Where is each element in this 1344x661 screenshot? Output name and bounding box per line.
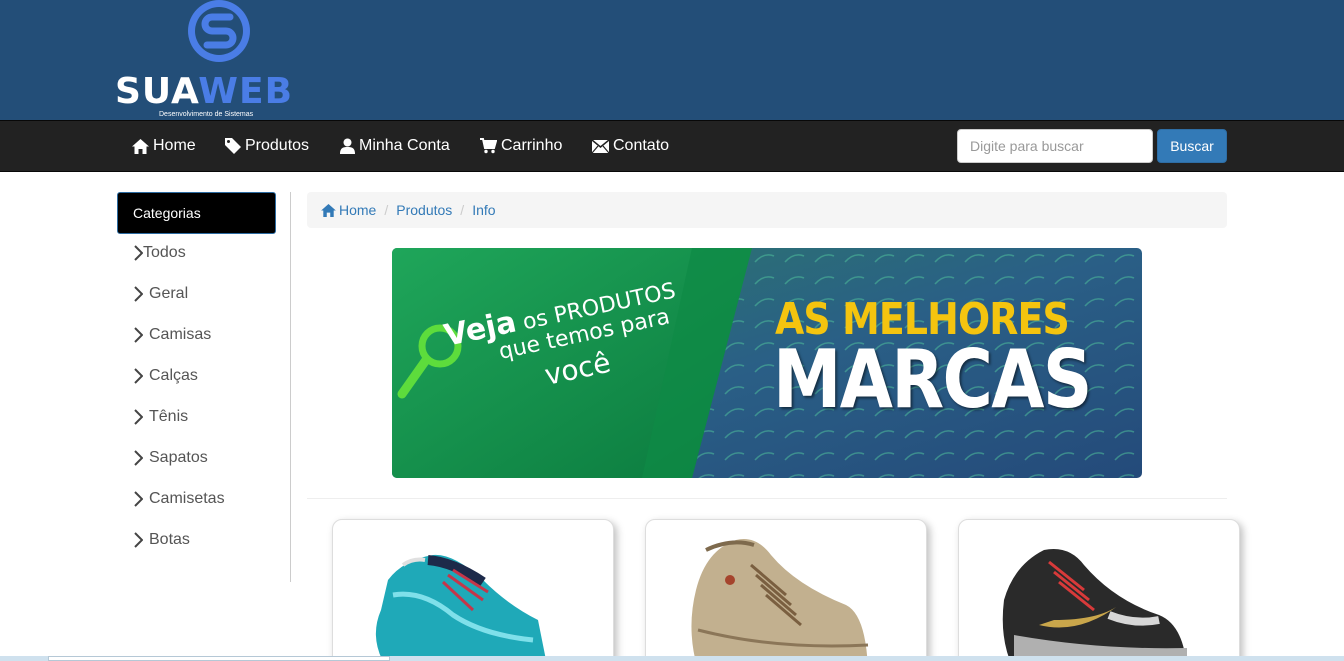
search-button[interactable]: Buscar [1157,129,1227,163]
home-icon [321,203,336,217]
categories-header: Categorias [117,192,276,234]
content-divider [307,498,1227,499]
category-item-sapatos[interactable]: Sapatos [134,446,208,470]
breadcrumb-info[interactable]: Info [472,202,495,218]
nav-minha-conta[interactable]: Minha Conta [340,121,450,171]
cart-icon [480,138,497,154]
home-icon [132,138,149,154]
chevron-right-icon [134,532,143,548]
category-item-tenis[interactable]: Tênis [134,405,188,429]
logo-text-part2: WEB [198,71,294,112]
logo-wordmark: SUAWEB [115,72,293,112]
nav-carrinho[interactable]: Carrinho [480,121,562,171]
nav-produtos[interactable]: Produtos [225,121,309,171]
scrollbar-thumb[interactable] [48,656,390,661]
chevron-right-icon [134,491,143,507]
category-label: Botas [149,531,190,548]
chevron-right-icon [134,286,143,302]
breadcrumb-separator: / [460,202,465,218]
logo[interactable]: SUAWEB Desenvolvimento de Sistemas [115,0,325,120]
nav-carrinho-label: Carrinho [501,137,563,154]
nav-home[interactable]: Home [132,121,196,171]
user-icon [340,138,355,154]
search-input[interactable] [957,129,1153,163]
category-label: Calças [149,367,198,384]
breadcrumb-home[interactable]: Home [321,202,376,218]
category-label: Sapatos [149,449,208,466]
category-item-calcas[interactable]: Calças [134,364,198,388]
category-label: Todos [143,244,186,261]
chevron-right-icon [134,368,143,384]
category-item-geral[interactable]: Geral [134,282,188,306]
chevron-right-icon [134,245,143,261]
logo-text-part1: SUA [115,71,199,112]
chevron-right-icon [134,409,143,425]
product-card[interactable] [332,519,614,661]
nav-minha-conta-label: Minha Conta [359,137,450,154]
envelope-icon [592,139,609,153]
tag-icon [225,138,241,154]
main-navbar: Home Produtos Minha Conta Carrinho Conta… [0,120,1344,172]
logo-s-icon [188,0,250,62]
chevron-right-icon [134,450,143,466]
nav-contato-label: Contato [613,137,670,154]
category-item-camisetas[interactable]: Camisetas [134,487,225,511]
category-label: Camisas [149,326,212,343]
breadcrumb: Home / Produtos / Info [307,192,1227,228]
horizontal-scrollbar[interactable] [0,656,1344,661]
category-label: Geral [149,285,189,302]
casual-sneaker-beige-image [691,539,869,661]
nav-contato[interactable]: Contato [592,121,669,171]
nav-produtos-label: Produtos [245,137,310,154]
breadcrumb-produtos[interactable]: Produtos [396,202,452,218]
site-header: SUAWEB Desenvolvimento de Sistemas [0,0,1344,120]
sidebar-divider [290,192,291,582]
running-shoe-teal-image [375,554,547,661]
category-item-camisas[interactable]: Camisas [134,323,211,347]
product-card[interactable] [958,519,1240,661]
logo-tagline: Desenvolvimento de Sistemas [159,111,254,118]
chevron-right-icon [134,327,143,343]
product-card[interactable] [645,519,927,661]
running-shoe-black-gold-image [1002,549,1187,661]
breadcrumb-home-label: Home [339,202,377,218]
banner-headline-bottom: MARCAS [773,333,1092,426]
category-label: Tênis [149,408,189,425]
category-label: Camisetas [149,490,225,507]
category-item-todos[interactable]: Todos [134,241,186,265]
category-item-botas[interactable]: Botas [134,528,190,552]
nav-home-label: Home [153,137,196,154]
breadcrumb-separator: / [384,202,389,218]
